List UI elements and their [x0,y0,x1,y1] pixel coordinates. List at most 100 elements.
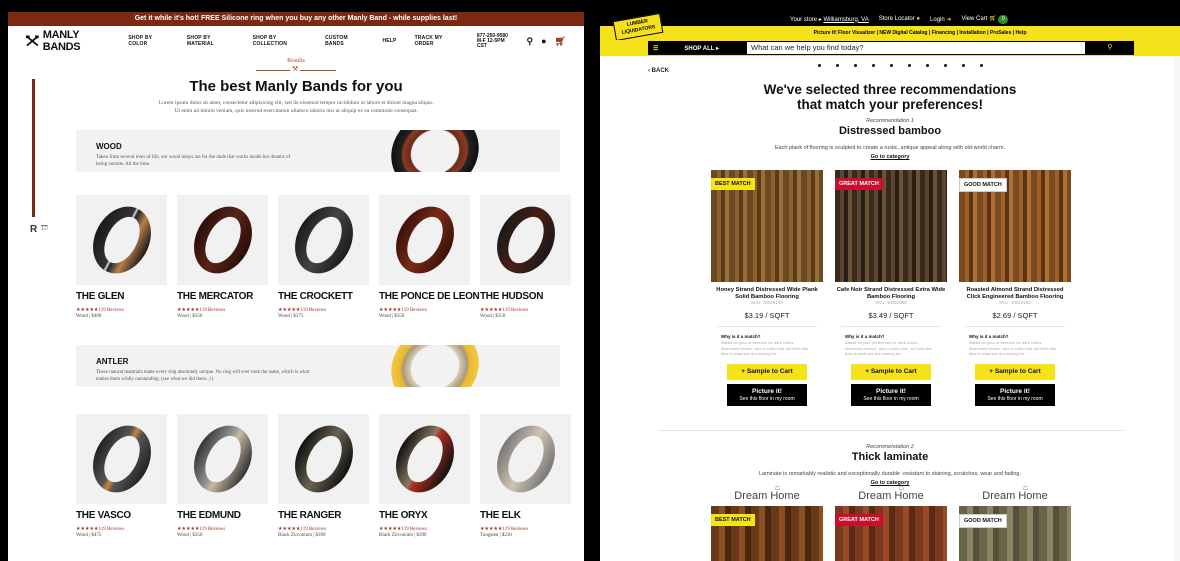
product-name[interactable]: Cafe Noir Strand Distressed Extra Wide B… [835,287,947,300]
product-name[interactable]: THE RANGER [278,510,369,521]
go-to-category-link[interactable]: Go to category [600,154,1180,160]
nav-custom-bands[interactable]: CUSTOM BANDS [325,35,364,47]
back-link[interactable]: ‹ BACK [648,68,669,74]
search-button[interactable]: ⚲ [1086,41,1134,55]
sample-to-cart-button[interactable]: + Sample to Cart [727,363,807,380]
search-bar: ☰ SHOP ALL ▸ What can we help you find t… [600,40,1180,56]
step-dot[interactable] [818,64,821,67]
why-text: Based on your preference for dark colors… [845,340,933,356]
product-card[interactable]: GREAT MATCH Cafe Noir Strand Distressed … [835,170,947,406]
floor-image[interactable]: BEST MATCH [711,506,823,561]
product-meta: Wood | $350 [177,314,203,319]
shop-all-button[interactable]: ☰ SHOP ALL ▸ [648,41,746,55]
step-dot[interactable] [836,64,839,67]
step-dot[interactable] [962,64,965,67]
product-reviews: ★★★★★119 Reviews [278,308,327,313]
step-dot[interactable] [926,64,929,67]
nav-track-order[interactable]: TRACK MY ORDER [415,35,459,47]
product-image[interactable] [278,195,369,285]
product-card[interactable]: THE HUDSON ★★★★★119 Reviews Wood | $350 [480,195,571,319]
nav-shop-by-material[interactable]: SHOP BY MATERIAL [187,35,235,47]
product-card[interactable]: THE CROCKETT ★★★★★119 Reviews Wood | $37… [278,195,369,319]
cart-icon[interactable]: 🛒︎ [555,36,566,47]
divider [965,326,1065,327]
user-icon[interactable]: ● [541,36,546,47]
product-card[interactable]: THE VASCO ★★★★★119 Reviews Wood | $475 [76,414,167,538]
product-image[interactable] [480,195,571,285]
product-card[interactable]: THE RANGER ★★★★★119 Reviews Black Zircon… [278,414,369,538]
product-card[interactable]: ⌂ Dream Home GOOD MATCH [959,483,1071,561]
search-icon[interactable]: ⚲ [527,36,534,47]
product-name[interactable]: Roasted Almond Strand Distressed Click E… [959,287,1071,300]
product-card[interactable]: ⌂ Dream Home BEST MATCH [711,483,823,561]
product-card[interactable]: THE GLEN ★★★★★119 Reviews Wood | $400 [76,195,167,319]
category-title: WOOD [96,142,122,151]
scrollbar[interactable] [1174,56,1180,561]
floor-image[interactable]: GREAT MATCH [835,506,947,561]
view-cart-link[interactable]: View Cart 🛒︎ 0 [961,14,1009,24]
picture-it-button[interactable]: Picture it! See this floor in my room [727,383,807,406]
product-card[interactable]: THE EDMUND ★★★★★119 Reviews Wood | $350 [177,414,268,538]
step-dot[interactable] [890,64,893,67]
store-link[interactable]: Williamsburg, VA [823,17,868,23]
floor-image[interactable]: BEST MATCH [711,170,823,282]
sample-to-cart-button[interactable]: + Sample to Cart [851,363,931,380]
product-image[interactable] [76,195,167,285]
nav-shop-by-color[interactable]: SHOP BY COLOR [128,35,168,47]
search-input[interactable]: What can we help you find today? [746,41,1086,55]
product-name[interactable]: THE ORYX [379,510,470,521]
product-name[interactable]: THE CROCKETT [278,291,369,302]
picture-it-label: Picture it! [1000,387,1030,395]
product-name[interactable]: THE PONCE DE LEON [379,291,480,302]
step-dot[interactable] [944,64,947,67]
floor-image[interactable]: GREAT MATCH [835,170,947,282]
product-card[interactable]: THE MERCATOR ★★★★★119 Reviews Wood | $35… [177,195,268,319]
store-locator-link[interactable]: Store Locator ● [879,16,920,22]
product-name[interactable]: THE ELK [480,510,571,521]
product-meta: Wood | $375 [278,314,304,319]
product-image[interactable] [278,414,369,504]
product-image[interactable] [379,414,470,504]
go-to-category-link[interactable]: Go to category [600,480,1180,486]
category-desc: Taken from several trees of life, our wo… [96,155,291,167]
floor-image[interactable]: GOOD MATCH [959,170,1071,282]
picture-it-button[interactable]: Picture it! See this floor in my room [851,383,931,406]
product-name[interactable]: Honey Strand Distressed Wide Plank Solid… [711,287,823,300]
shop-all-label: SHOP ALL ▸ [684,45,719,52]
product-card[interactable]: THE ELK ★★★★★119 Reviews Tungsten | $230 [480,414,571,538]
product-name[interactable]: THE HUDSON [480,291,571,302]
sample-to-cart-button[interactable]: + Sample to Cart [975,363,1055,380]
product-image[interactable] [177,414,268,504]
step-dot[interactable] [908,64,911,67]
store-locator-label: Store Locator [878,16,915,22]
product-name[interactable]: THE MERCATOR [177,291,268,302]
product-card[interactable]: THE ORYX ★★★★★119 Reviews Black Zirconiu… [379,414,470,538]
back-label: BACK [651,68,670,74]
nav-help[interactable]: HELP [382,38,396,44]
product-name[interactable]: THE EDMUND [177,510,268,521]
product-name[interactable]: THE VASCO [76,510,167,521]
product-image[interactable] [177,195,268,285]
product-card[interactable]: BEST MATCH Honey Strand Distressed Wide … [711,170,823,406]
nav-shop-by-collection[interactable]: SHOP BY COLLECTION [253,35,308,47]
promo-banner[interactable]: Get it while it's hot! FREE Silicone rin… [8,12,584,26]
product-image[interactable] [379,195,470,285]
step-dot[interactable] [854,64,857,67]
product-image[interactable] [480,414,571,504]
product-card[interactable]: GOOD MATCH Roasted Almond Strand Distres… [959,170,1071,406]
picture-it-button[interactable]: Picture it! See this floor in my room [975,383,1055,406]
product-name[interactable]: THE GLEN [76,291,167,302]
logo[interactable]: MANLY BANDS [26,29,112,53]
divider [717,326,817,327]
product-sku: SKU: 10062986 [875,300,907,305]
product-card[interactable]: ⌂ Dream Home GREAT MATCH [835,483,947,561]
step-dot[interactable] [872,64,875,67]
product-card[interactable]: THE PONCE DE LEON ★★★★★119 Reviews Wood … [379,195,480,319]
login-link[interactable]: Login ➔ [930,16,951,23]
floor-image[interactable]: GOOD MATCH [959,506,1071,561]
recommendation-1-header: Recommendation 1 Distressed bamboo Each … [600,118,1180,160]
secondary-nav[interactable]: Picture It! Floor Visualizer | NEW Digit… [600,26,1180,40]
step-dot[interactable] [980,64,983,67]
product-image[interactable] [76,414,167,504]
match-badge: GOOD MATCH [959,514,1007,528]
